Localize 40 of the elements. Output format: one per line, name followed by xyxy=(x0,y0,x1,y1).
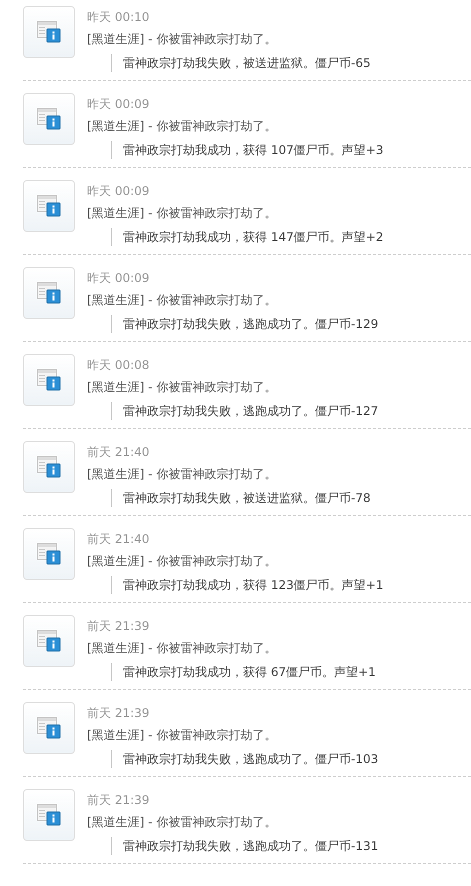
timestamp: 前天 21:40 xyxy=(87,531,150,547)
notice-message: [黑道生涯] - 你被雷神政宗打劫了。 xyxy=(87,727,278,743)
info-window-icon xyxy=(37,804,61,826)
notice-detail: 雷神政宗打劫我失败，被送进监狱。僵尸币-65 xyxy=(111,54,371,72)
timestamp: 昨天 00:10 xyxy=(87,9,150,25)
notice-detail: 雷神政宗打劫我失败，逃跑成功了。僵尸币-127 xyxy=(111,402,378,420)
timestamp: 昨天 00:09 xyxy=(87,270,150,286)
timestamp: 前天 21:39 xyxy=(87,705,150,721)
timestamp: 昨天 00:08 xyxy=(87,357,150,373)
info-window-icon xyxy=(37,456,61,478)
notice-detail: 雷神政宗打劫我失败，逃跑成功了。僵尸币-131 xyxy=(111,837,378,855)
notice-message: [黑道生涯] - 你被雷神政宗打劫了。 xyxy=(87,640,278,656)
notice-message: [黑道生涯] - 你被雷神政宗打劫了。 xyxy=(87,553,278,569)
notice-message: [黑道生涯] - 你被雷神政宗打劫了。 xyxy=(87,814,278,830)
notice-detail: 雷神政宗打劫我成功，获得 67僵尸币。声望+1 xyxy=(111,663,376,681)
info-window-icon xyxy=(37,717,61,739)
notice-message: [黑道生涯] - 你被雷神政宗打劫了。 xyxy=(87,466,278,482)
info-window-icon xyxy=(37,543,61,565)
info-window-icon xyxy=(37,282,61,304)
info-window-icon xyxy=(37,21,61,43)
notice-message: [黑道生涯] - 你被雷神政宗打劫了。 xyxy=(87,31,278,47)
notice-detail: 雷神政宗打劫我成功，获得 107僵尸币。声望+3 xyxy=(111,141,384,159)
notice-detail: 雷神政宗打劫我失败，被送进监狱。僵尸币-78 xyxy=(111,489,371,507)
notice-message: [黑道生涯] - 你被雷神政宗打劫了。 xyxy=(87,118,278,134)
timestamp: 前天 21:40 xyxy=(87,444,150,460)
timestamp: 昨天 00:09 xyxy=(87,183,150,199)
notice-message: [黑道生涯] - 你被雷神政宗打劫了。 xyxy=(87,205,278,221)
notice-detail: 雷神政宗打劫我失败，逃跑成功了。僵尸币-129 xyxy=(111,315,378,333)
timestamp: 前天 21:39 xyxy=(87,618,150,634)
timestamp: 昨天 00:09 xyxy=(87,96,150,112)
info-window-icon xyxy=(37,630,61,652)
timestamp: 前天 21:39 xyxy=(87,792,150,808)
notice-message: [黑道生涯] - 你被雷神政宗打劫了。 xyxy=(87,292,278,308)
info-window-icon xyxy=(37,108,61,130)
notice-detail: 雷神政宗打劫我失败，逃跑成功了。僵尸币-103 xyxy=(111,750,378,768)
info-window-icon xyxy=(37,369,61,391)
notice-detail: 雷神政宗打劫我成功，获得 123僵尸币。声望+1 xyxy=(111,576,384,594)
notice-message: [黑道生涯] - 你被雷神政宗打劫了。 xyxy=(87,379,278,395)
notice-detail: 雷神政宗打劫我成功，获得 147僵尸币。声望+2 xyxy=(111,228,384,246)
info-window-icon xyxy=(37,195,61,217)
